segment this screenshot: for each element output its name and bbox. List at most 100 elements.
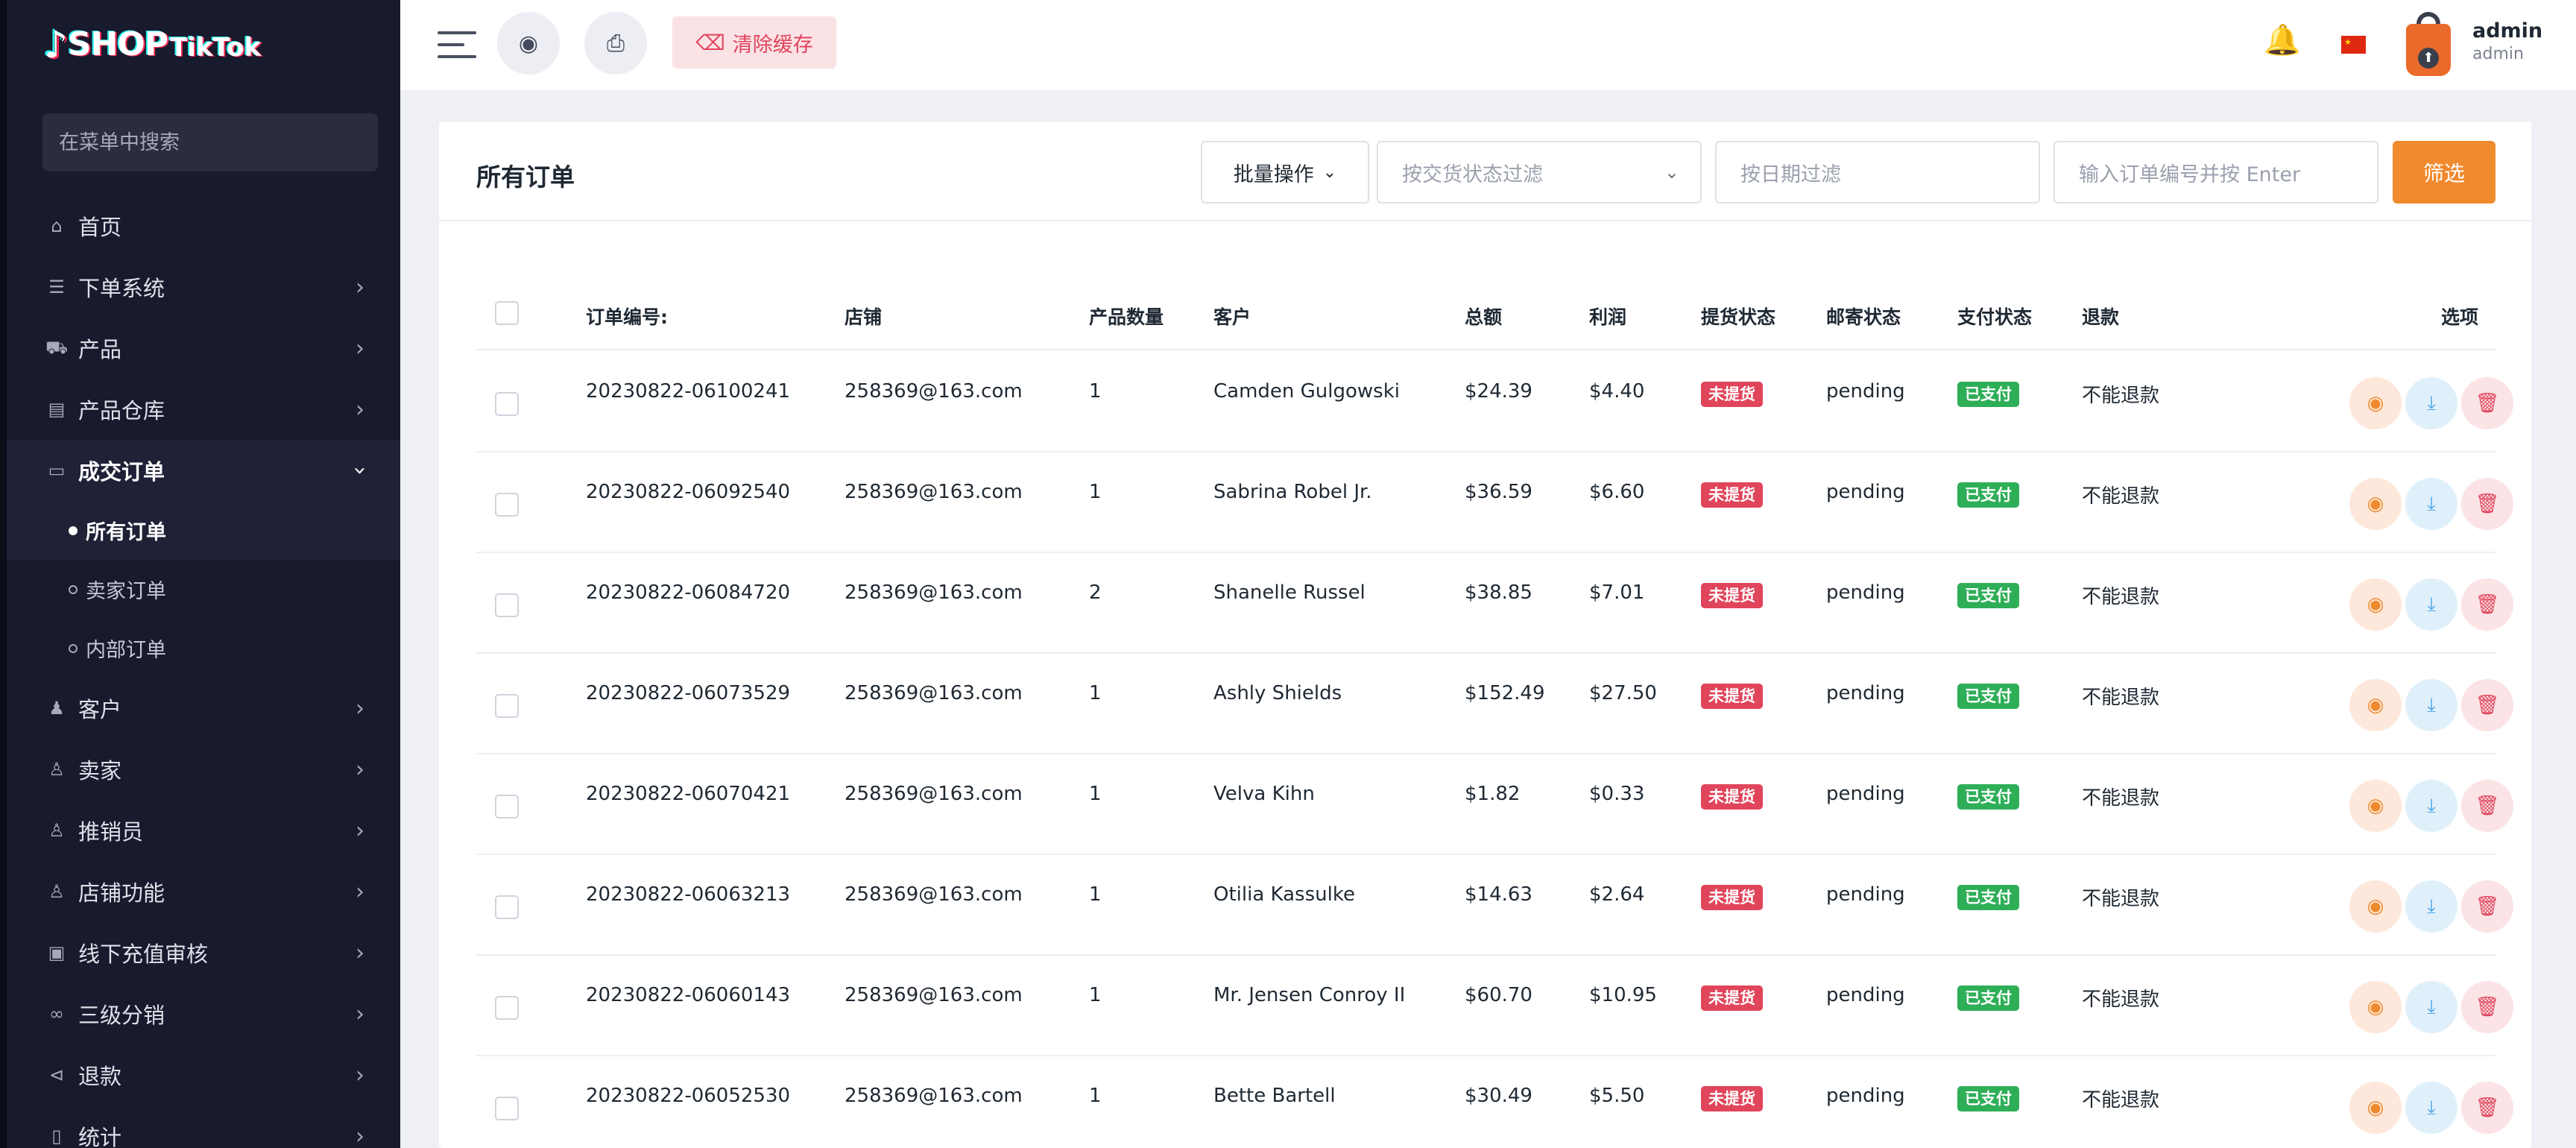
chevron-right-icon: › — [356, 274, 364, 300]
delete-trash-icon[interactable]: 🗑 — [2461, 578, 2513, 631]
menu-search-input[interactable] — [42, 113, 378, 171]
date-filter-input[interactable]: 按日期过滤 — [1715, 141, 2040, 204]
payment-status-badge: 已支付 — [1957, 985, 2019, 1011]
pickup-status-badge: 未提货 — [1701, 583, 1763, 608]
sidebar-item-offline-recharge[interactable]: ▣ 线下充值审核 › — [7, 922, 400, 983]
menu-toggle-icon[interactable] — [438, 28, 476, 61]
sidebar-item-sellers[interactable]: ♙ 卖家 › — [7, 739, 400, 800]
delete-trash-icon[interactable]: 🗑 — [2461, 880, 2513, 933]
download-icon[interactable]: ⤓ — [2405, 1082, 2457, 1134]
table-row: 20230822-06063213 258369@163.com 1 Otilia K… — [476, 855, 2513, 956]
order-number: 20230822-06070421 — [586, 783, 791, 805]
col-total: 总额 — [1465, 306, 1503, 328]
table-row: 20230822-06092540 258369@163.com 1 Sabrina … — [476, 452, 2513, 553]
total-amount: $60.70 — [1465, 984, 1532, 1006]
store-email: 258369@163.com — [845, 682, 1023, 704]
refund-status: 不能退款 — [2082, 586, 2160, 608]
sidebar-item-warehouse[interactable]: ▤ 产品仓库 › — [7, 379, 400, 440]
col-refund: 退款 — [2082, 306, 2120, 328]
sidebar-item-label: 下单系统 — [78, 276, 165, 301]
tiktok-note-icon: ♪ — [44, 23, 68, 66]
row-checkbox[interactable] — [495, 593, 519, 617]
sidebar-item-statistics[interactable]: ▯ 统计 › — [7, 1106, 400, 1148]
download-icon[interactable]: ⤓ — [2405, 880, 2457, 933]
sidebar-subitem-all-orders[interactable]: 所有订单 — [7, 501, 400, 560]
refund-icon: ⊲ — [48, 1065, 65, 1085]
profit-amount: $0.33 — [1589, 783, 1645, 805]
clear-cache-label: 清除缓存 — [732, 33, 813, 57]
print-icon[interactable]: ⎙ — [584, 12, 647, 75]
sidebar-item-store-functions[interactable]: ♙ 店铺功能 › — [7, 861, 400, 922]
row-checkbox[interactable] — [495, 895, 519, 919]
view-eye-icon[interactable]: ◉ — [2349, 981, 2402, 1033]
sidebar-item-label: 退款 — [78, 1064, 122, 1089]
sidebar-item-label: 统计 — [78, 1125, 122, 1148]
row-checkbox[interactable] — [495, 996, 519, 1020]
view-eye-icon[interactable]: ◉ — [2349, 1082, 2402, 1134]
shipping-status: pending — [1826, 481, 1905, 503]
row-checkbox[interactable] — [495, 795, 519, 819]
download-icon[interactable]: ⤓ — [2405, 981, 2457, 1033]
sidebar-item-label: 卖家 — [78, 758, 122, 783]
sidebar-subitem-internal-orders[interactable]: 内部订单 — [7, 619, 400, 678]
sidebar-item-orders[interactable]: ▭ 成交订单 › — [7, 440, 400, 501]
view-eye-icon[interactable]: ◉ — [2349, 478, 2402, 530]
row-checkbox[interactable] — [495, 392, 519, 416]
download-icon[interactable]: ⤓ — [2405, 679, 2457, 731]
refund-status: 不能退款 — [2082, 1089, 2160, 1111]
delete-trash-icon[interactable]: 🗑 — [2461, 780, 2513, 832]
delete-trash-icon[interactable]: 🗑 — [2461, 1082, 2513, 1134]
globe-icon[interactable]: ◉ — [497, 12, 560, 75]
batch-actions-dropdown[interactable]: 批量操作 ⌄ — [1201, 141, 1369, 204]
sidebar-item-affiliate[interactable]: ∞ 三级分销 › — [7, 983, 400, 1044]
avatar[interactable]: ⬆ — [2402, 9, 2455, 78]
row-checkbox[interactable] — [495, 694, 519, 718]
china-flag-icon[interactable]: ★ — [2341, 36, 2366, 54]
select-all-checkbox[interactable] — [495, 301, 519, 325]
row-checkbox[interactable] — [495, 493, 519, 517]
sidebar-item-customers[interactable]: ♟ 客户 › — [7, 678, 400, 739]
sidebar-item-refunds[interactable]: ⊲ 退款 › — [7, 1044, 400, 1106]
store-email: 258369@163.com — [845, 1085, 1023, 1107]
customer-name: Otilia Kassulke — [1213, 883, 1355, 906]
sidebar-item-salespeople[interactable]: ♙ 推销员 › — [7, 800, 400, 861]
view-eye-icon[interactable]: ◉ — [2349, 679, 2402, 731]
sidebar-item-home[interactable]: ⌂ 首页 — [7, 195, 400, 256]
download-icon[interactable]: ⤓ — [2405, 478, 2457, 530]
chevron-right-icon: › — [356, 1062, 364, 1088]
delete-trash-icon[interactable]: 🗑 — [2461, 981, 2513, 1033]
order-number: 20230822-06063213 — [586, 883, 791, 906]
delete-trash-icon[interactable]: 🗑 — [2461, 679, 2513, 731]
order-number-search-input[interactable]: 输入订单编号并按 Enter — [2053, 141, 2378, 204]
sidebar-subitem-seller-orders[interactable]: 卖家订单 — [7, 560, 400, 619]
delivery-status-select[interactable]: 按交货状态过滤 ⌄ — [1377, 141, 1702, 204]
chevron-right-icon: › — [356, 817, 364, 844]
sidebar-item-label: 客户 — [78, 697, 122, 722]
shoptiktok-logo[interactable]: ♪ SHOP TikTok — [44, 16, 261, 66]
row-checkbox[interactable] — [495, 1097, 519, 1120]
col-shipping-status: 邮寄状态 — [1826, 306, 1901, 328]
bell-icon[interactable]: 🔔 — [2264, 22, 2301, 57]
pickup-status-badge: 未提货 — [1701, 482, 1763, 508]
view-eye-icon[interactable]: ◉ — [2349, 780, 2402, 832]
sidebar-item-order-system[interactable]: ☰ 下单系统 › — [7, 256, 400, 318]
view-eye-icon[interactable]: ◉ — [2349, 880, 2402, 933]
page-title: 所有订单 — [476, 163, 575, 192]
download-icon[interactable]: ⤓ — [2405, 578, 2457, 631]
chevron-down-icon: › — [347, 466, 373, 475]
download-icon[interactable]: ⤓ — [2405, 377, 2457, 429]
sidebar-item-label: 成交订单 — [78, 459, 165, 485]
refund-status: 不能退款 — [2082, 787, 2160, 810]
clear-cache-button[interactable]: ⌫ 清除缓存 — [672, 16, 836, 69]
sidebar-item-products[interactable]: ⛟ 产品 › — [7, 318, 400, 379]
delete-trash-icon[interactable]: 🗑 — [2461, 377, 2513, 429]
view-eye-icon[interactable]: ◉ — [2349, 377, 2402, 429]
download-icon[interactable]: ⤓ — [2405, 780, 2457, 832]
view-eye-icon[interactable]: ◉ — [2349, 578, 2402, 631]
user-name[interactable]: admin — [2472, 19, 2542, 42]
payment-status-badge: 已支付 — [1957, 583, 2019, 608]
money-icon: ▣ — [48, 942, 66, 963]
delete-trash-icon[interactable]: 🗑 — [2461, 478, 2513, 530]
filter-button[interactable]: 筛选 — [2393, 141, 2496, 204]
col-qty: 产品数量 — [1089, 306, 1164, 328]
